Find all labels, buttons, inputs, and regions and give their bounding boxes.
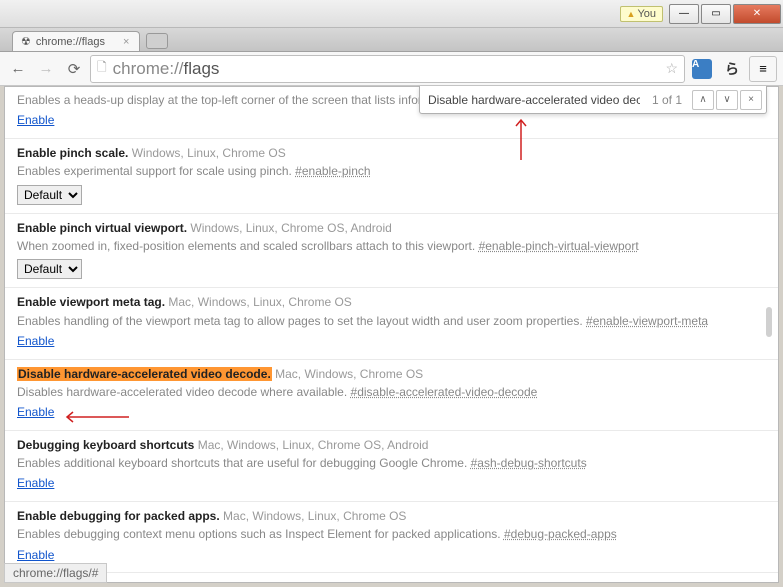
translate-icon: A [692,59,712,79]
back-button[interactable]: ← [6,57,30,81]
close-window-button[interactable]: ✕ [733,4,781,24]
flag-item: Debugging keyboard shortcuts Mac, Window… [5,431,778,502]
flag-anchor[interactable]: #debug-packed-apps [504,527,617,541]
forward-button[interactable]: → [34,57,58,81]
maximize-button[interactable]: ▭ [701,4,731,24]
flag-item: Enable pinch scale. Windows, Linux, Chro… [5,139,778,214]
flag-anchor[interactable]: #ash-debug-shortcuts [471,456,587,470]
flag-platforms: Mac, Windows, Linux, Chrome OS [168,295,351,309]
flag-desc: When zoomed in, fixed-position elements … [17,238,766,255]
find-input[interactable] [424,91,644,109]
browser-tab[interactable]: ☢ chrome://flags × [12,31,140,51]
you-label: You [637,8,656,20]
flag-platforms: Mac, Windows, Linux, Chrome OS, Android [198,438,429,452]
flag-anchor[interactable]: #enable-pinch-virtual-viewport [479,239,639,253]
address-bar[interactable]: 🗋 chrome://flags ☆ [90,55,685,83]
flag-select[interactable]: Default [17,185,82,205]
arrow-icon [61,410,131,424]
minimize-button[interactable]: — [669,4,699,24]
reload-button[interactable]: ⟳ [62,57,86,81]
toolbar: ← → ⟳ 🗋 chrome://flags ☆ A ら ≡ [0,52,783,86]
radiation-icon: ☢ [21,35,31,48]
flag-select[interactable]: Default [17,259,82,279]
tab-title: chrome://flags [36,36,105,48]
flag-desc: Enables debugging context menu options s… [17,526,766,543]
window-titlebar: ▲ You — ▭ ✕ [0,0,783,28]
find-bar: 1 of 1 ∧ ∨ × [419,86,767,114]
url-text: chrome://flags [113,59,220,79]
menu-button[interactable]: ≡ [749,56,777,82]
flag-enable-link[interactable]: Enable [17,475,54,492]
flag-item: Enable debugging for packed apps. Mac, W… [5,502,778,573]
page-icon: 🗋 [97,58,107,79]
flag-enable-link[interactable]: Enable [17,404,54,421]
flag-title: Enable debugging for packed apps. [17,509,220,523]
flag-platforms: Mac, Windows, Linux, Chrome OS [223,509,406,523]
bookmark-star-icon[interactable]: ☆ [665,60,678,77]
flag-platforms: Windows, Linux, Chrome OS, Android [190,221,391,235]
translate-button[interactable]: A [689,56,715,82]
flag-item: Enable password generation. Mac, Windows… [5,573,778,582]
flag-title: Enable pinch virtual viewport. [17,221,187,235]
scrollbar-thumb[interactable] [766,307,772,337]
flag-anchor[interactable]: #enable-pinch [295,164,370,178]
flag-item: Disable hardware-accelerated video decod… [5,360,778,431]
find-prev-button[interactable]: ∧ [692,90,714,110]
warning-icon: ▲ [627,9,636,19]
flag-anchor[interactable]: #disable-accelerated-video-decode [351,385,538,399]
flag-platforms: Mac, Windows, Linux, Chrome OS, Android [187,580,418,582]
flag-item: Enable pinch virtual viewport. Windows, … [5,214,778,289]
flag-title: Debugging keyboard shortcuts [17,438,194,452]
flag-platforms: Windows, Linux, Chrome OS [132,146,286,160]
flag-desc: Enables additional keyboard shortcuts th… [17,455,766,472]
flag-item: Enable viewport meta tag. Mac, Windows, … [5,288,778,359]
flag-desc: Enables handling of the viewport meta ta… [17,313,766,330]
extension-button[interactable]: ら [719,56,745,82]
flag-enable-link[interactable]: Enable [17,112,54,129]
flag-enable-link[interactable]: Enable [17,547,54,564]
flag-title: Enable pinch scale. [17,146,128,160]
flag-title: Enable viewport meta tag. [17,295,165,309]
flags-list[interactable]: Enables a heads-up display at the top-le… [5,87,778,582]
find-count: 1 of 1 [644,93,690,107]
page-content: Enables a heads-up display at the top-le… [4,86,779,583]
find-next-button[interactable]: ∨ [716,90,738,110]
flag-desc: Enables experimental support for scale u… [17,163,766,180]
flag-enable-link[interactable]: Enable [17,333,54,350]
tab-strip: ☢ chrome://flags × [0,28,783,52]
flag-title-highlighted: Disable hardware-accelerated video decod… [17,367,272,381]
new-tab-button[interactable] [146,33,168,49]
find-close-button[interactable]: × [740,90,762,110]
flag-platforms: Mac, Windows, Chrome OS [275,367,423,381]
flag-anchor[interactable]: #enable-viewport-meta [586,314,708,328]
status-bar: chrome://flags/# [4,563,107,583]
you-badge[interactable]: ▲ You [620,6,663,22]
tab-close-icon[interactable]: × [123,36,129,48]
flag-desc: Disables hardware-accelerated video deco… [17,384,766,401]
